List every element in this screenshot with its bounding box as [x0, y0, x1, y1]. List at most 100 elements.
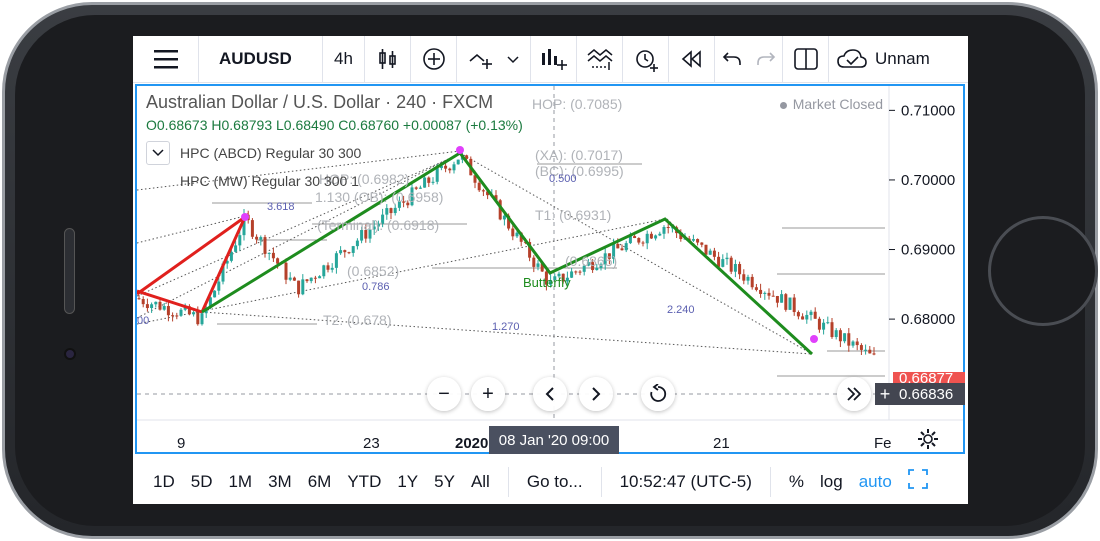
- range-5d-button[interactable]: 5D: [183, 472, 221, 492]
- price-tick-label: 0.70000: [901, 172, 955, 189]
- redo-button[interactable]: [749, 36, 783, 83]
- candle-body: [633, 236, 637, 239]
- scroll-right-button[interactable]: [579, 377, 613, 411]
- candle-body: [234, 245, 238, 252]
- fullscreen-button[interactable]: [900, 469, 936, 494]
- divider: [507, 466, 509, 497]
- camera-icon: [64, 348, 76, 360]
- range-5y-button[interactable]: 5Y: [426, 472, 463, 492]
- market-status: Market Closed: [779, 96, 883, 112]
- reset-chart-button[interactable]: [641, 377, 675, 411]
- candle-body: [250, 220, 254, 237]
- zoom-in-button[interactable]: +: [471, 377, 505, 411]
- fullscreen-icon: [907, 469, 928, 489]
- candle-body: [171, 315, 175, 317]
- candle-body: [347, 252, 351, 254]
- menu-button[interactable]: [133, 36, 199, 83]
- candle-body: [872, 353, 876, 355]
- chart-style-button[interactable]: [365, 36, 411, 83]
- save-layout-button[interactable]: Unnam: [829, 36, 930, 83]
- candle-body: [196, 312, 200, 325]
- replay-button[interactable]: [669, 36, 715, 83]
- range-ytd-button[interactable]: YTD: [339, 472, 389, 492]
- templates-icon: [587, 49, 612, 70]
- candle-body: [784, 294, 788, 310]
- chart-legend: Australian Dollar / U.S. Dollar · 240 · …: [146, 92, 523, 189]
- candle-body: [192, 312, 196, 315]
- candle-body: [662, 227, 666, 234]
- candle-body: [309, 277, 313, 282]
- candle-body: [318, 276, 322, 279]
- candle-body: [738, 264, 742, 275]
- range-1d-button[interactable]: 1D: [145, 472, 183, 492]
- candle-body: [830, 322, 834, 338]
- collapse-studies-button[interactable]: [146, 141, 170, 165]
- candle-body: [511, 228, 515, 237]
- compare-button[interactable]: [411, 36, 457, 83]
- ob-label: 1.130 (OB): (0.6958): [315, 189, 443, 205]
- candle-body: [817, 318, 821, 330]
- study-row-abcd[interactable]: HPC (ABCD) Regular 30 300: [146, 141, 523, 165]
- study-row-mw[interactable]: HPC (MW) Regular 30 300 1: [146, 173, 523, 189]
- status-dot-icon: [779, 101, 787, 109]
- crosshair-price-tag: 0.66836: [893, 383, 965, 405]
- candle-body: [334, 253, 338, 268]
- chart-pane[interactable]: HOP: (0.7085) (XA): (0.7017) (BC): (0.69…: [135, 84, 965, 454]
- zoom-out-button[interactable]: −: [427, 377, 461, 411]
- candle-body: [855, 341, 859, 346]
- candle-body: [179, 309, 183, 316]
- candle-body: [616, 244, 620, 249]
- candle-body: [750, 276, 754, 288]
- candle-body: [763, 292, 767, 294]
- redo-icon: [756, 52, 775, 65]
- open-value: O0.68673: [146, 117, 208, 133]
- candle-body: [809, 311, 813, 315]
- candle-body: [301, 279, 305, 295]
- range-1m-button[interactable]: 1M: [220, 472, 260, 492]
- alert-button[interactable]: [623, 36, 669, 83]
- range-6m-button[interactable]: 6M: [300, 472, 340, 492]
- ratio-500-label: 0.500: [549, 173, 577, 185]
- chart-settings-button[interactable]: [917, 428, 939, 455]
- time-label: 23: [363, 435, 380, 452]
- candle-body: [355, 240, 359, 247]
- price-axis: 0.71000 0.70000 0.69000 0.68000: [889, 102, 955, 328]
- log-scale-toggle[interactable]: log: [812, 472, 851, 492]
- home-button[interactable]: [988, 216, 1098, 326]
- candle-body: [343, 250, 347, 253]
- candle-body: [351, 246, 355, 253]
- candle-body: [238, 235, 242, 246]
- templates-button[interactable]: [577, 36, 623, 83]
- candle-body: [696, 239, 700, 243]
- symbol-search[interactable]: AUDUSD: [199, 36, 323, 83]
- candle-body: [725, 257, 729, 260]
- undo-button[interactable]: [715, 36, 749, 83]
- chevron-down-icon: [506, 56, 519, 64]
- top-toolbar: AUDUSD 4h Unnam: [133, 36, 968, 83]
- auto-scale-toggle[interactable]: auto: [851, 472, 900, 492]
- candle-body: [754, 287, 758, 290]
- scroll-left-button[interactable]: [533, 377, 567, 411]
- chart-type-button[interactable]: [531, 36, 577, 83]
- range-all-button[interactable]: All: [463, 472, 498, 492]
- percent-scale-toggle[interactable]: %: [781, 472, 812, 492]
- change-value: +0.00087 (+0.13%): [402, 117, 523, 133]
- ratio-2240-label: 2.240: [667, 304, 695, 316]
- candle-body: [700, 242, 704, 245]
- candle-body: [733, 264, 737, 272]
- candle-body: [721, 259, 725, 267]
- range-3m-button[interactable]: 3M: [260, 472, 300, 492]
- interval-button[interactable]: 4h: [323, 36, 365, 83]
- indicators-button[interactable]: [457, 36, 531, 83]
- layout-button[interactable]: [783, 36, 829, 83]
- goto-date-button[interactable]: Go to...: [519, 472, 591, 492]
- range-1y-button[interactable]: 1Y: [389, 472, 426, 492]
- crosshair-cursor-icon: +: [875, 383, 895, 405]
- scroll-to-realtime-button[interactable]: [837, 377, 871, 411]
- undo-icon: [722, 52, 741, 65]
- candle-body: [305, 279, 309, 282]
- candle-body: [796, 312, 800, 317]
- candle-body: [788, 297, 792, 310]
- candle-body: [255, 236, 259, 240]
- clock-timezone[interactable]: 10:52:47 (UTC-5): [612, 472, 760, 492]
